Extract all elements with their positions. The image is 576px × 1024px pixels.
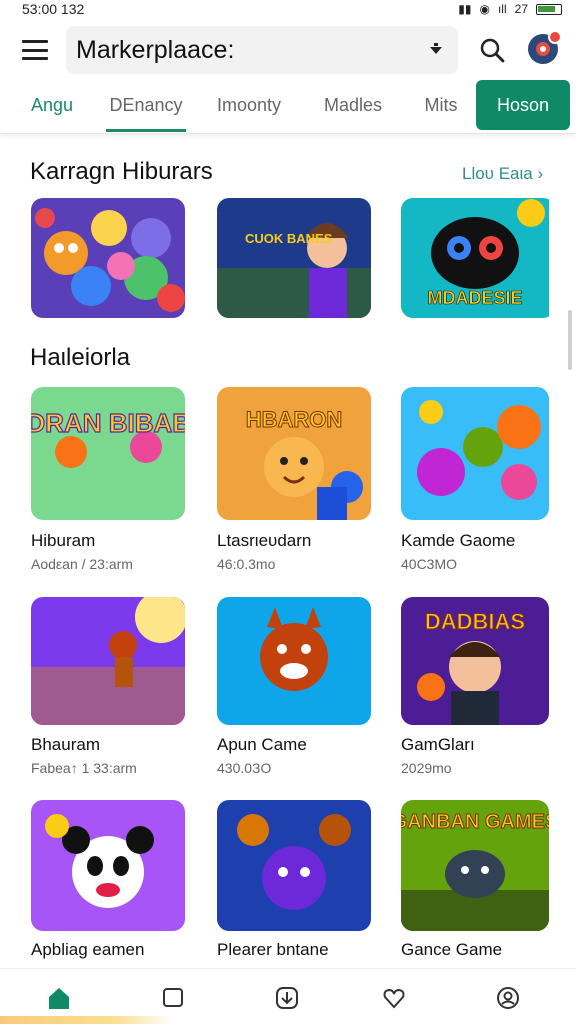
game-title-6[interactable]: GamGları — [401, 735, 475, 755]
card-logo-text: HBARON — [246, 407, 343, 432]
game-card-7[interactable] — [31, 800, 185, 931]
card-logo-text: MDADESIE — [427, 288, 522, 308]
home-icon[interactable] — [44, 983, 74, 1013]
tab-hoson[interactable]: Hoson — [476, 80, 570, 130]
game-meta-3: 40C3MO — [401, 556, 458, 572]
app-bar: Markerplaace: — [0, 24, 576, 76]
game-title-9[interactable]: Gance Game — [401, 940, 502, 960]
notification-badge — [548, 30, 562, 44]
game-card-6[interactable]: DADBIAS — [401, 597, 549, 725]
tab-angu[interactable]: Angu — [20, 80, 84, 130]
game-card-1[interactable]: NDRAN BIBABS — [31, 387, 185, 520]
game-card-9[interactable]: GANBAN GAMES — [401, 800, 549, 931]
game-title-8[interactable]: Plearer bntane — [217, 940, 329, 960]
game-meta-6: 2029mo — [401, 760, 452, 776]
tab-imoonty[interactable]: Imoonty — [206, 80, 292, 130]
signal-icon: ▮▮ — [458, 2, 472, 16]
heart-icon[interactable] — [379, 983, 409, 1013]
game-card-4[interactable] — [31, 597, 185, 725]
featured-card-1[interactable] — [31, 198, 185, 318]
tab-indicator — [106, 129, 186, 132]
game-title-7[interactable]: Apbliag eamen — [31, 940, 144, 960]
card-logo-text: DADBIAS — [425, 609, 525, 634]
game-card-5[interactable] — [217, 597, 371, 725]
featured-card-3[interactable]: MDADESIE — [401, 198, 555, 318]
tab-denancy[interactable]: DEnancy — [104, 80, 188, 130]
status-time: 53:00 132 — [22, 1, 85, 17]
cell-icon: ıll — [497, 2, 507, 16]
category-tabs: Angu DEnancy Imoonty Madles Mits Hoson — [0, 80, 576, 134]
battery-icon — [536, 3, 562, 15]
tab-madles[interactable]: Madles — [316, 80, 390, 130]
bottom-banner-strip — [0, 1016, 576, 1024]
game-card-8[interactable] — [217, 800, 371, 931]
card-logo-text: GANBAN GAMES — [401, 811, 549, 833]
search-icon[interactable] — [478, 36, 506, 64]
card-logo-text: CUOK BANES — [245, 231, 333, 246]
game-meta-1: Aodεan / 23:arm — [31, 556, 133, 572]
featured-card-2[interactable]: CUOK BANES — [217, 198, 371, 318]
game-title-2[interactable]: Ltasrιeυdarn — [217, 531, 311, 551]
scrollbar[interactable] — [568, 310, 572, 370]
game-card-3[interactable] — [401, 387, 549, 520]
game-meta-4: Fabea↑ 1 33:arm — [31, 760, 137, 776]
section-title-featured: Karragn Hiburars — [30, 158, 213, 185]
avatar[interactable] — [528, 30, 562, 64]
section-title-grid: Haιleiorla — [30, 344, 131, 371]
game-card-2[interactable]: HBARON — [217, 387, 371, 520]
game-meta-2: 46:0.3mo — [217, 556, 276, 572]
game-title-1[interactable]: Hiburam — [31, 531, 95, 551]
game-title-5[interactable]: Apun Came — [217, 735, 307, 755]
card-logo-text: NDRAN BIBABS — [31, 408, 185, 438]
tab-mits[interactable]: Mits — [412, 80, 470, 130]
battery-percent: 27 — [514, 2, 528, 16]
search-input[interactable]: Markerplaace: — [76, 36, 424, 65]
game-title-4[interactable]: Bhauram — [31, 735, 100, 755]
status-icons: ▮▮ ◉ ıll 27 — [458, 2, 562, 16]
status-bar: 53:00 132 ▮▮ ◉ ıll 27 — [0, 0, 576, 18]
chevron-down-icon[interactable] — [424, 38, 448, 62]
see-all-link[interactable]: Lloυ Eaιa › — [462, 164, 543, 184]
search-field[interactable]: Markerplaace: — [66, 26, 458, 74]
menu-icon[interactable] — [22, 40, 48, 60]
profile-icon[interactable] — [493, 983, 523, 1013]
download-icon[interactable] — [272, 983, 302, 1013]
chat-icon[interactable] — [158, 983, 188, 1013]
wifi-icon: ◉ — [479, 2, 490, 16]
game-meta-5: 430.0ЗO — [217, 760, 272, 776]
game-title-3[interactable]: Kamde Gaome — [401, 531, 515, 551]
